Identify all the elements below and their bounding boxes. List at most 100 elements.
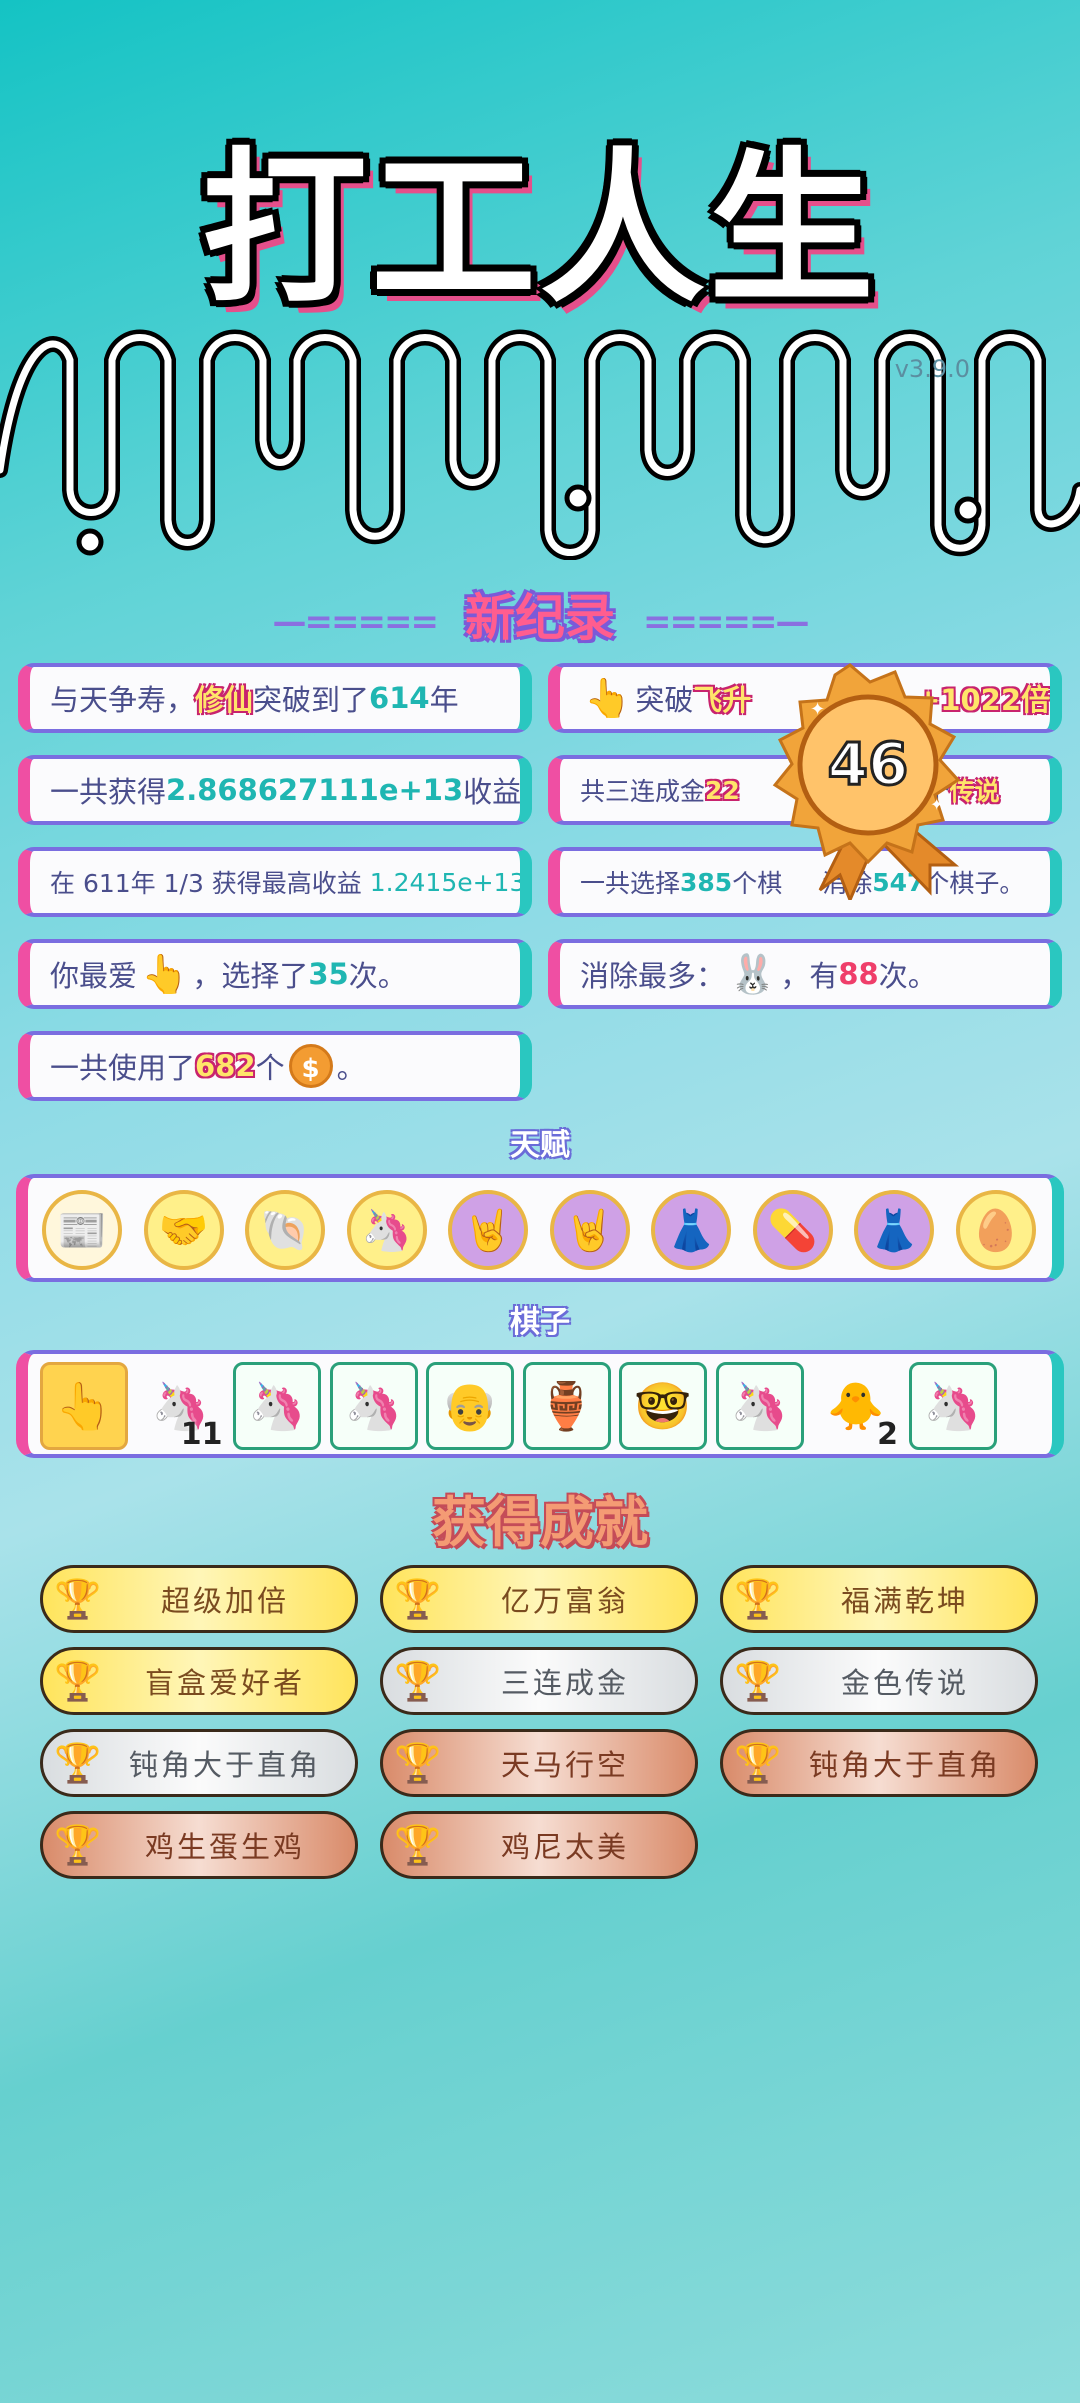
unicorn-icon[interactable]: 🦄 [233,1362,321,1450]
version-label: v3.9.0 [894,355,970,383]
pointing-hand-icon: 👆 [584,675,632,720]
stat-text: 你最爱 [50,959,138,993]
trophy-icon: 🏆 [734,1576,782,1621]
stat-text: ，有 [780,959,839,993]
piece-glyph: 🦄 [923,1378,982,1433]
achievement-badge[interactable]: 🏆 盲盒爱好者 [40,1647,358,1715]
skirt-icon[interactable]: 👗 [651,1190,731,1270]
stat-card-total-income: 一共获得 2.868627111e+13 收益 [18,755,532,825]
glasses-man-icon[interactable]: 🤓 [619,1362,707,1450]
piece-glyph: 🦄 [344,1378,403,1433]
stat-text: 突破到了 [253,683,370,717]
stat-text: 。 [336,1051,366,1085]
shell-icon[interactable]: 🐚 [245,1190,325,1270]
stat-text: 次。 [348,959,407,993]
header: 打工人生 v3.9.0 [0,0,1080,560]
stat-value: 385 [680,867,733,897]
dash-left: —===== [272,601,439,642]
stat-text: ，选择了 [192,959,309,993]
svg-text:✦: ✦ [810,699,825,720]
trophy-icon: 🏆 [54,1576,102,1621]
achievement-label: 鸡尼太美 [500,1830,629,1864]
rock-hand-icon[interactable]: 🤘 [549,1190,630,1270]
stat-text: 与天争寿， [50,683,196,717]
stat-text: 消除最多： [580,959,726,993]
dash-right: =====— [643,601,809,642]
talent-glyph: 👗 [869,1207,919,1254]
piece-glyph: 🦄 [248,1378,306,1433]
piece-glyph: 👆 [55,1378,113,1433]
stat-text: 一共使用了 [50,1051,196,1085]
stat-value: 88 [838,957,879,991]
unicorn-icon[interactable]: 🦄 [346,1190,427,1270]
egg-tray-icon[interactable]: 🥚 [955,1190,1036,1270]
old-man-icon[interactable]: 👴 [426,1362,514,1450]
stat-text: 突破 [635,683,694,717]
pointing-hand-icon: 👆 [141,951,189,996]
achievement-badge[interactable]: 🏆 鸡生蛋生鸡 [40,1811,358,1879]
achievement-badge[interactable]: 🏆 三连成金 [380,1647,698,1715]
coin-icon: $ [288,1044,333,1088]
achievement-label: 钝角大于直角 [128,1748,321,1782]
stat-text: 一共选择 [580,869,681,898]
magazine-icon[interactable]: 📰 [42,1190,122,1270]
achievement-badge[interactable]: 🏆 亿万富翁 [380,1565,698,1633]
unicorn-icon[interactable]: 🦄 [908,1362,997,1450]
achievement-badge[interactable]: 🏆 天马行空 [380,1729,698,1797]
chick-icon[interactable]: 🐥 2 [812,1362,900,1453]
stat-card-most-removed: 消除最多： 🐰 ，有 88 次。 [548,939,1062,1009]
achievement-label: 超级加倍 [160,1584,289,1618]
stat-text: 收益 [463,775,522,809]
unicorn-icon[interactable]: 🦄 [715,1362,804,1450]
rabbit-icon: 🐰 [729,951,777,996]
handshake-icon[interactable]: 🤝 [143,1190,224,1270]
achievement-label: 福满乾坤 [840,1584,969,1618]
stat-text: 共三连成金 [580,777,706,806]
unicorn-icon[interactable]: 🦄 11 [137,1362,225,1453]
svg-text:✦: ✦ [930,795,943,814]
stat-text: 次。 [878,959,937,993]
stat-card-coins-used: 一共使用了 682 个 $。 [18,1031,532,1101]
achievement-badge[interactable]: 🏆 钝角大于直角 [720,1729,1038,1797]
achievement-label: 鸡生蛋生鸡 [144,1830,305,1864]
stat-text: 在 611年 1/3 获得最高收益 [50,869,362,898]
trophy-icon: 🏆 [734,1740,782,1785]
achievement-label: 金色传说 [840,1666,969,1700]
trophy-icon: 🏆 [394,1740,442,1785]
stat-value: 22 [705,775,740,805]
stat-value: 614 [369,681,430,715]
stat-value: 2.868627111e+13 [166,773,464,807]
new-record-label: 新纪录 [465,589,615,647]
achievement-badge[interactable]: 🏆 钝角大于直角 [40,1729,358,1797]
stat-value: 35 [308,957,349,991]
piece-glyph: 🤓 [634,1378,692,1433]
stat-card-favorite: 你最爱 👆 ，选择了 35 次。 [18,939,532,1009]
capsule-icon[interactable]: 💊 [752,1190,833,1270]
pointing-hand-icon[interactable]: 👆 [40,1362,128,1450]
skirt-icon[interactable]: 👗 [854,1190,934,1270]
piece-count: 2 [877,1417,898,1452]
piece-glyph: 🏺 [537,1378,596,1433]
vase-icon[interactable]: 🏺 [522,1362,611,1450]
new-record-title: —===== 新纪录 =====— [0,578,1080,650]
talent-glyph: 🦄 [361,1207,412,1254]
stat-card-lifespan: 与天争寿， 修仙 突破到了 614 年 [18,663,532,733]
unicorn-icon[interactable]: 🦄 [329,1362,418,1450]
rock-hand-icon[interactable]: 🤘 [448,1190,528,1270]
badge-number: 46 [828,730,909,798]
talent-glyph: 🤘 [463,1207,513,1254]
achievement-badge[interactable]: 🏆 鸡尼太美 [380,1811,698,1879]
talent-glyph: 🤘 [564,1207,615,1254]
achievement-badge[interactable]: 🏆 金色传说 [720,1647,1038,1715]
talent-glyph: 👗 [666,1207,716,1254]
achievement-label: 盲盒爱好者 [144,1666,305,1700]
achievement-badge[interactable]: 🏆 超级加倍 [40,1565,358,1633]
achievement-badge[interactable]: 🏆 福满乾坤 [720,1565,1038,1633]
game-title: 打工人生 [202,133,878,325]
stat-text: 一共获得 [50,775,167,809]
stat-tag: 修仙 [195,683,254,717]
trophy-icon: 🏆 [54,1740,102,1785]
piece-bar: 👆 🦄 11 🦄 🦄 👴 🏺 🤓 🦄 🐥 2 🦄 [16,1350,1064,1458]
talent-glyph: 🤝 [158,1207,209,1254]
talent-glyph: 🥚 [970,1207,1021,1254]
